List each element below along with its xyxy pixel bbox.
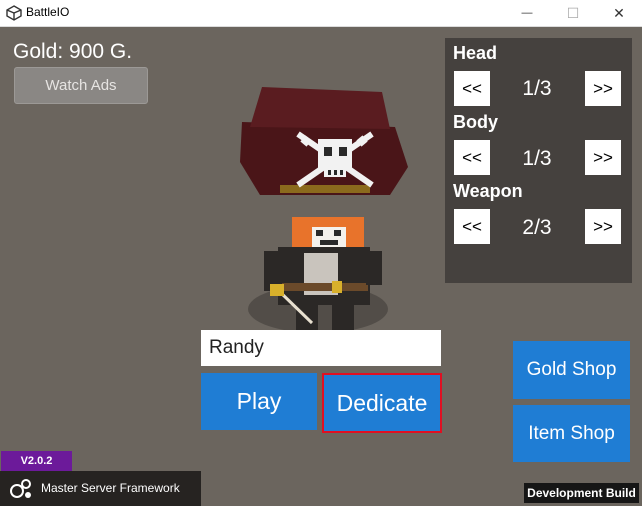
minimize-icon: —: [521, 7, 533, 19]
unity-logo-icon: [6, 5, 22, 21]
customize-panel: Head << 1/3 >> Body << 1/3 >> Weapon << …: [445, 38, 632, 283]
weapon-label: Weapon: [453, 181, 523, 201]
head-prev-button[interactable]: <<: [454, 71, 490, 106]
weapon-next-button[interactable]: >>: [585, 209, 621, 244]
watch-ads-button[interactable]: Watch Ads: [14, 67, 148, 104]
close-icon: ✕: [613, 4, 625, 21]
framework-banner: Master Server Framework: [0, 471, 201, 506]
maximize-icon: ☐: [566, 4, 580, 21]
gold-shop-button[interactable]: Gold Shop: [513, 341, 630, 399]
play-button[interactable]: Play: [201, 373, 317, 430]
head-next-button[interactable]: >>: [585, 71, 621, 106]
window-title: BattleIO: [26, 5, 70, 19]
head-label: Head: [453, 43, 498, 63]
game-viewport: Gold: 900 G. Watch Ads Head << 1/3 >> Bo…: [0, 27, 642, 506]
window-titlebar: BattleIO — ☐ ✕: [0, 0, 642, 27]
framework-label: Master Server Framework: [41, 481, 180, 495]
maximize-button[interactable]: ☐: [550, 0, 596, 26]
minimize-button[interactable]: —: [504, 0, 550, 26]
close-button[interactable]: ✕: [596, 0, 642, 26]
weapon-prev-button[interactable]: <<: [454, 209, 490, 244]
msf-logo-icon: [10, 479, 31, 498]
player-name-input[interactable]: Randy: [201, 330, 441, 366]
pirate-character-preview: [240, 87, 408, 337]
dedicate-button[interactable]: Dedicate: [322, 373, 442, 433]
body-next-button[interactable]: >>: [585, 140, 621, 175]
gold-counter: Gold: 900 G.: [13, 40, 133, 63]
body-counter: 1/3: [522, 147, 552, 170]
body-prev-button[interactable]: <<: [454, 140, 490, 175]
item-shop-button[interactable]: Item Shop: [513, 405, 630, 462]
weapon-counter: 2/3: [522, 216, 552, 239]
version-badge: V2.0.2: [1, 451, 72, 471]
body-label: Body: [453, 112, 498, 132]
development-build-label: Development Build: [524, 483, 639, 503]
head-counter: 1/3: [522, 77, 552, 100]
pirate-hat-crown: [250, 87, 390, 129]
